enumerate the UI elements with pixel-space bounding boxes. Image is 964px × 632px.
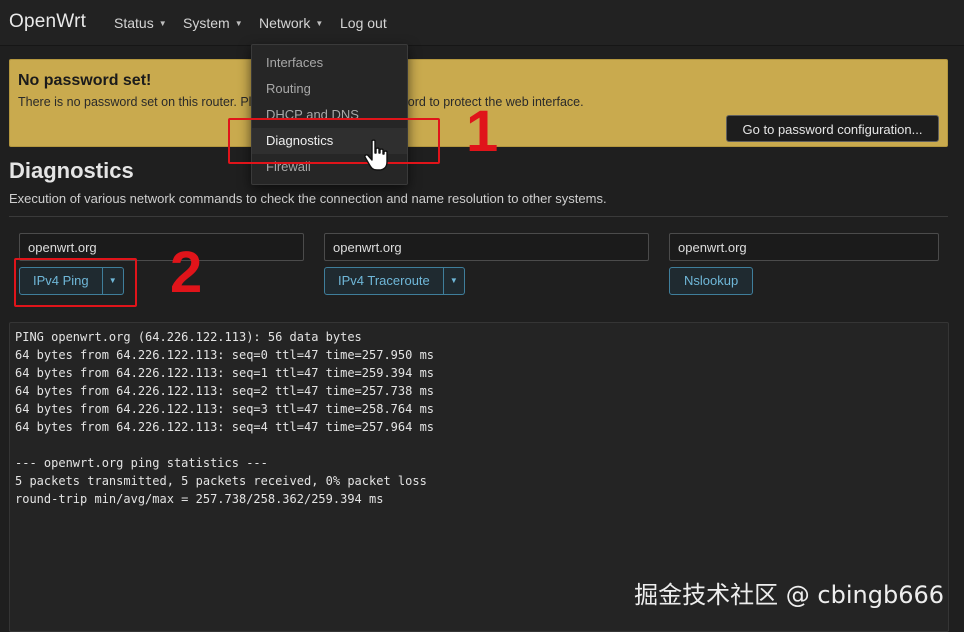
annotation-box-ping: [14, 258, 137, 307]
caret-down-icon: ▼: [449, 276, 458, 285]
nav-system-label: System: [183, 15, 230, 31]
watermark: 掘金技术社区 @ cbingb666: [634, 581, 944, 609]
menu-item-routing[interactable]: Routing: [252, 76, 407, 102]
nav-network-label: Network: [259, 15, 311, 31]
page-title: Diagnostics: [9, 158, 134, 183]
menu-item-interfaces[interactable]: Interfaces: [252, 50, 407, 76]
caret-down-icon: ▼: [315, 19, 324, 28]
annotation-box-diagnostics: [228, 118, 440, 164]
password-config-button[interactable]: Go to password configuration...: [726, 115, 939, 142]
alert-title: No password set!: [18, 72, 152, 89]
divider: [9, 216, 948, 217]
ping-host-input[interactable]: [19, 233, 304, 261]
top-navbar: OpenWrt Status ▼ System ▼ Network ▼ Log out: [0, 0, 964, 46]
nav-system[interactable]: System ▼: [183, 15, 243, 31]
nslookup-host-input[interactable]: [669, 233, 939, 261]
output-text: PING openwrt.org (64.226.122.113): 56 da…: [15, 330, 435, 506]
nslookup-button[interactable]: Nslookup: [669, 267, 754, 295]
brand-logo[interactable]: OpenWrt: [9, 11, 86, 33]
nav-network[interactable]: Network ▼: [259, 15, 323, 31]
traceroute-button-group: IPv4 Traceroute ▼: [324, 267, 465, 295]
traceroute-button[interactable]: IPv4 Traceroute: [324, 267, 444, 295]
nav-status[interactable]: Status ▼: [114, 15, 167, 31]
traceroute-host-input[interactable]: [324, 233, 649, 261]
caret-down-icon: ▼: [234, 19, 243, 28]
traceroute-dropdown-toggle[interactable]: ▼: [443, 267, 465, 295]
annotation-step-1: 1: [466, 99, 499, 164]
nav-logout[interactable]: Log out: [340, 15, 387, 31]
hand-pointer-icon: [364, 139, 388, 171]
caret-down-icon: ▼: [158, 19, 167, 28]
annotation-step-2: 2: [170, 240, 203, 305]
nav-status-label: Status: [114, 15, 154, 31]
page-description: Execution of various network commands to…: [9, 191, 607, 206]
